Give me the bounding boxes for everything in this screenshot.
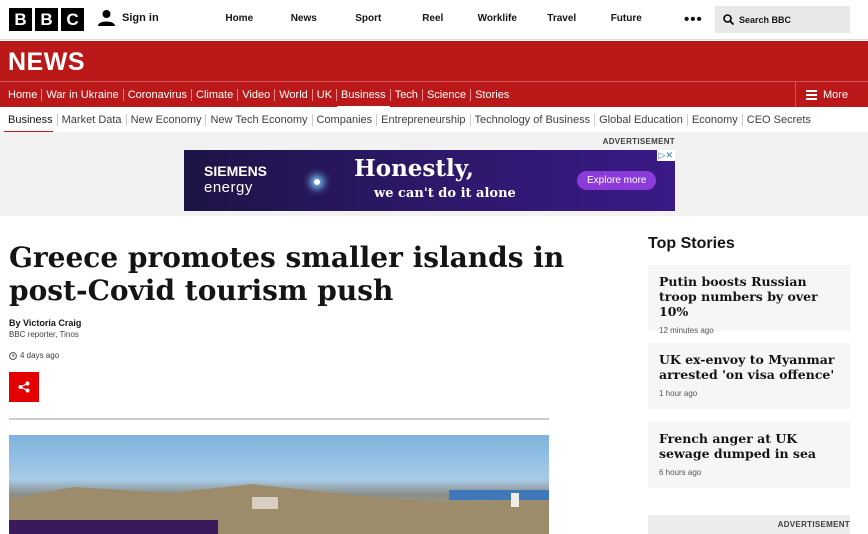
share-icon — [18, 381, 30, 393]
top-story-card[interactable]: French anger at UK sewage dumped in sea … — [648, 422, 850, 488]
sidebar-advert: ADVERTISEMENT — [648, 515, 850, 534]
article-timestamp: 4 days ago — [9, 351, 59, 360]
advert-explore-button[interactable]: Explore more — [577, 171, 657, 190]
business-nav-global-education[interactable]: Global Education — [595, 113, 688, 126]
advert-brand: SIEMENS — [204, 163, 268, 179]
business-nav-ceo-secrets[interactable]: CEO Secrets — [743, 114, 815, 126]
section-tech[interactable]: Tech — [391, 88, 423, 101]
section-business[interactable]: Business — [337, 88, 391, 109]
article-hero-image — [9, 435, 549, 534]
article-author-role: BBC reporter, Tinos — [9, 330, 79, 339]
business-nav-business[interactable]: Business — [0, 113, 58, 133]
windmill-graphic — [511, 493, 519, 507]
top-story-headline[interactable]: UK ex-envoy to Myanmar arrested 'on visa… — [659, 352, 839, 382]
logo-letter: C — [61, 8, 84, 31]
top-story-time: 1 hour ago — [659, 389, 698, 398]
logo-letter: B — [35, 8, 58, 31]
global-nav-worklife[interactable]: Worklife — [465, 0, 530, 40]
global-nav-reel[interactable]: Reel — [401, 0, 466, 40]
article-headline: Greece promotes smaller islands in post-… — [9, 241, 565, 307]
sea-strip — [449, 490, 549, 500]
business-nav-companies[interactable]: Companies — [313, 113, 378, 126]
global-nav-news[interactable]: News — [272, 0, 337, 40]
business-nav-technology-of-business[interactable]: Technology of Business — [471, 113, 596, 126]
global-nav-future[interactable]: Future — [594, 0, 659, 40]
ad-choices-icon[interactable]: ▷✕ — [656, 150, 675, 161]
advert-brand-sub: energy — [204, 179, 253, 196]
section-stories[interactable]: Stories — [471, 89, 513, 101]
section-war-in-ukraine[interactable]: War in Ukraine — [42, 88, 124, 101]
top-story-headline[interactable]: Putin boosts Russian troop numbers by ov… — [659, 274, 839, 319]
timestamp-text: 4 days ago — [20, 351, 60, 360]
share-button[interactable] — [9, 372, 39, 402]
business-nav: Business Market Data New Economy New Tec… — [0, 107, 868, 133]
light-flare-graphic — [314, 179, 320, 185]
image-overlay-bar — [9, 520, 218, 534]
advert-subline: we can't do it alone — [374, 186, 516, 201]
logo-letter: B — [9, 8, 32, 31]
advert-band: ADVERTISEMENT SIEMENS energy Honestly, w… — [0, 132, 868, 216]
business-nav-new-tech-economy[interactable]: New Tech Economy — [206, 113, 313, 126]
global-nav-travel[interactable]: Travel — [530, 0, 595, 40]
search-box[interactable]: Search BBC — [715, 6, 850, 33]
top-story-headline[interactable]: French anger at UK sewage dumped in sea — [659, 431, 839, 461]
clock-icon — [9, 351, 17, 360]
news-header: NEWS Home War in Ukraine Coronavirus Cli… — [0, 41, 868, 109]
global-nav: Home News Sport Reel Worklife Travel Fut… — [207, 0, 659, 40]
advert-banner[interactable]: SIEMENS energy Honestly, we can't do it … — [184, 150, 675, 211]
sign-in-link[interactable]: Sign in — [98, 9, 159, 26]
section-home[interactable]: Home — [0, 88, 43, 101]
user-icon — [98, 10, 115, 26]
article-divider — [9, 418, 549, 420]
top-story-card[interactable]: Putin boosts Russian troop numbers by ov… — [648, 265, 850, 335]
business-nav-market-data[interactable]: Market Data — [58, 113, 127, 126]
business-nav-economy[interactable]: Economy — [688, 113, 743, 126]
section-world[interactable]: World — [275, 88, 313, 101]
news-section-nav: Home War in Ukraine Coronavirus Climate … — [0, 81, 868, 109]
advert-headline: Honestly, — [354, 155, 474, 182]
house-graphic — [252, 497, 278, 509]
more-sections-button[interactable]: More — [795, 82, 868, 107]
more-menu-icon[interactable]: ••• — [684, 11, 703, 28]
section-climate[interactable]: Climate — [192, 88, 239, 101]
hamburger-icon — [806, 88, 817, 102]
news-title[interactable]: NEWS — [8, 48, 85, 77]
search-placeholder: Search BBC — [739, 14, 792, 25]
top-story-card[interactable]: UK ex-envoy to Myanmar arrested 'on visa… — [648, 343, 850, 409]
top-stories-title: Top Stories — [648, 235, 735, 252]
sidebar-advert-label: ADVERTISEMENT — [777, 520, 850, 529]
sign-in-label: Sign in — [122, 11, 159, 24]
advert-label: ADVERTISEMENT — [602, 137, 675, 146]
business-nav-new-economy[interactable]: New Economy — [127, 113, 207, 126]
section-uk[interactable]: UK — [313, 88, 338, 101]
global-nav-home[interactable]: Home — [207, 0, 272, 40]
article-byline: By Victoria Craig — [9, 318, 82, 328]
section-video[interactable]: Video — [238, 88, 276, 101]
global-nav-sport[interactable]: Sport — [336, 0, 401, 40]
section-science[interactable]: Science — [423, 88, 472, 101]
section-coronavirus[interactable]: Coronavirus — [124, 88, 192, 101]
bbc-logo[interactable]: B B C — [9, 8, 84, 31]
top-story-time: 12 minutes ago — [659, 326, 714, 335]
top-story-time: 6 hours ago — [659, 468, 702, 477]
more-label: More — [823, 88, 849, 101]
bbc-global-header: B B C Sign in Home News Sport Reel Workl… — [0, 0, 868, 40]
search-icon — [723, 14, 734, 25]
business-nav-entrepreneurship[interactable]: Entrepreneurship — [377, 113, 471, 126]
